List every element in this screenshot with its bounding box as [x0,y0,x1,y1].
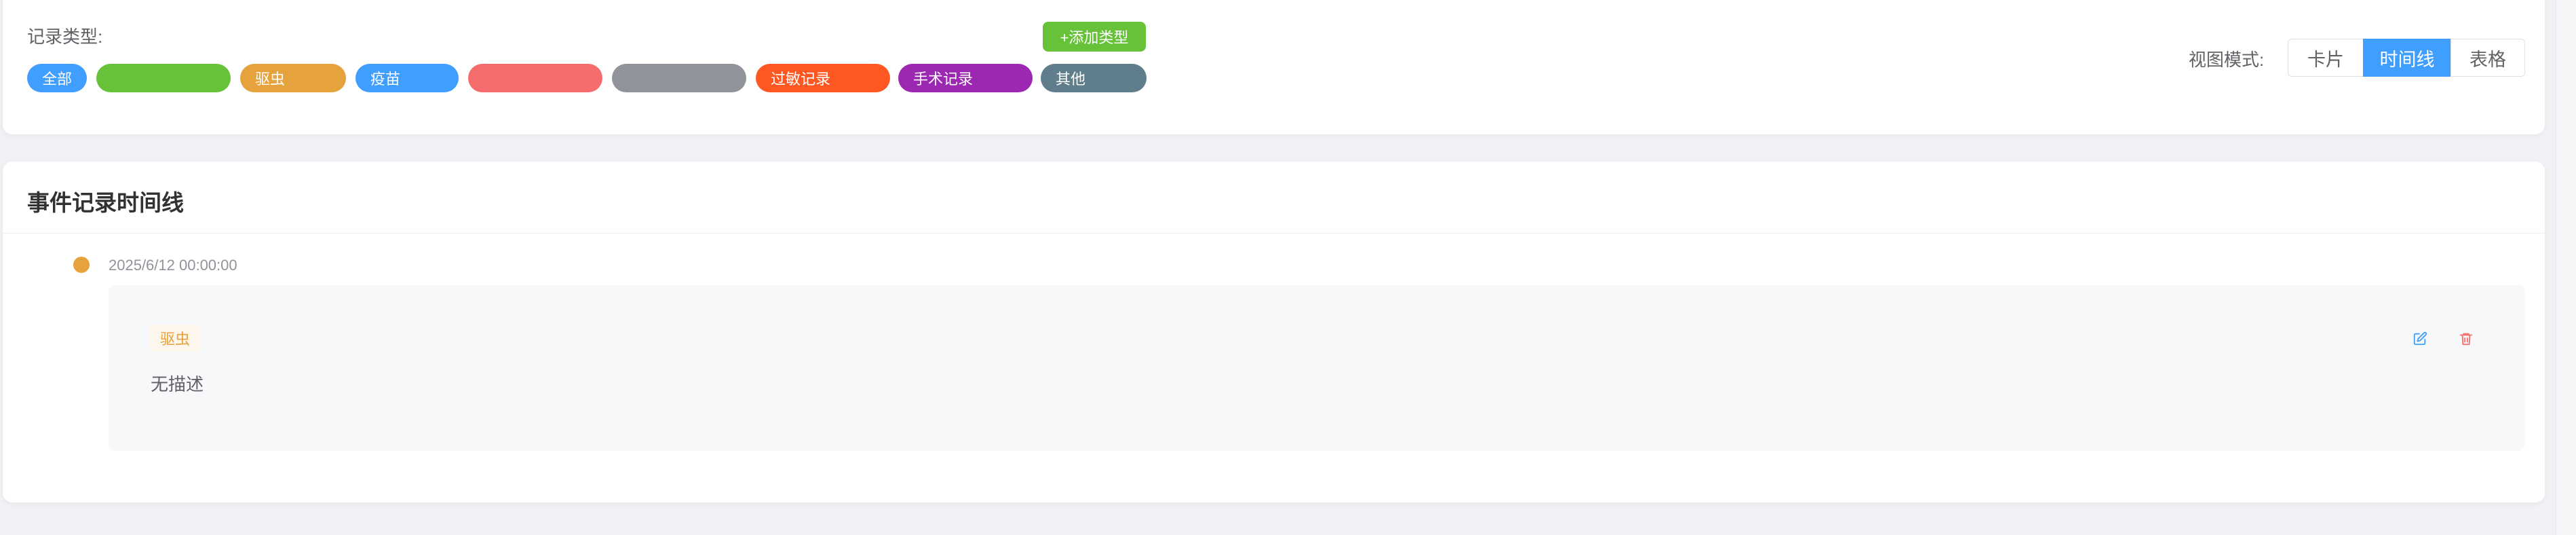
delete-button[interactable] [2456,329,2476,349]
tag-type-5[interactable] [468,64,602,92]
page-scrollbar[interactable] [2556,0,2576,535]
view-mode-label: 视图模式: [2189,50,2265,70]
tag-other[interactable]: 其他 [1041,64,1147,92]
add-type-button[interactable]: +添加类型 [1043,22,1146,52]
tag-type-2[interactable] [96,64,231,92]
edit-button[interactable] [2410,329,2430,349]
view-card-button[interactable]: 卡片 [2288,39,2364,77]
filter-card: 记录类型: +添加类型 全部 驱虫 疫苗 过敏记录 手术记录 其他 视图模式: … [3,0,2545,134]
timeline-dot [73,257,90,273]
view-timeline-button[interactable]: 时间线 [2363,39,2451,77]
edit-icon [2413,331,2427,346]
event-type-badge: 驱虫 [149,325,201,352]
tag-all[interactable]: 全部 [27,64,87,92]
tag-deworming[interactable]: 驱虫 [240,64,346,92]
view-mode-switch: 卡片 时间线 表格 [2288,39,2525,77]
event-description: 无描述 [151,374,204,394]
tag-type-6[interactable] [612,64,746,92]
tag-surgery-record[interactable]: 手术记录 [898,64,1033,92]
view-table-button[interactable]: 表格 [2450,39,2525,77]
timeline-card: 事件记录时间线 2025/6/12 00:00:00 驱虫 无描述 [3,162,2545,502]
delete-icon [2459,333,2473,346]
event-timestamp: 2025/6/12 00:00:00 [109,257,237,274]
tag-allergy-record[interactable]: 过敏记录 [756,64,890,92]
record-type-label: 记录类型: [27,26,103,47]
timeline-title: 事件记录时间线 [27,190,184,215]
timeline-header: 事件记录时间线 [3,162,2545,234]
tag-vaccine[interactable]: 疫苗 [355,64,459,92]
event-card: 驱虫 无描述 [109,285,2525,451]
